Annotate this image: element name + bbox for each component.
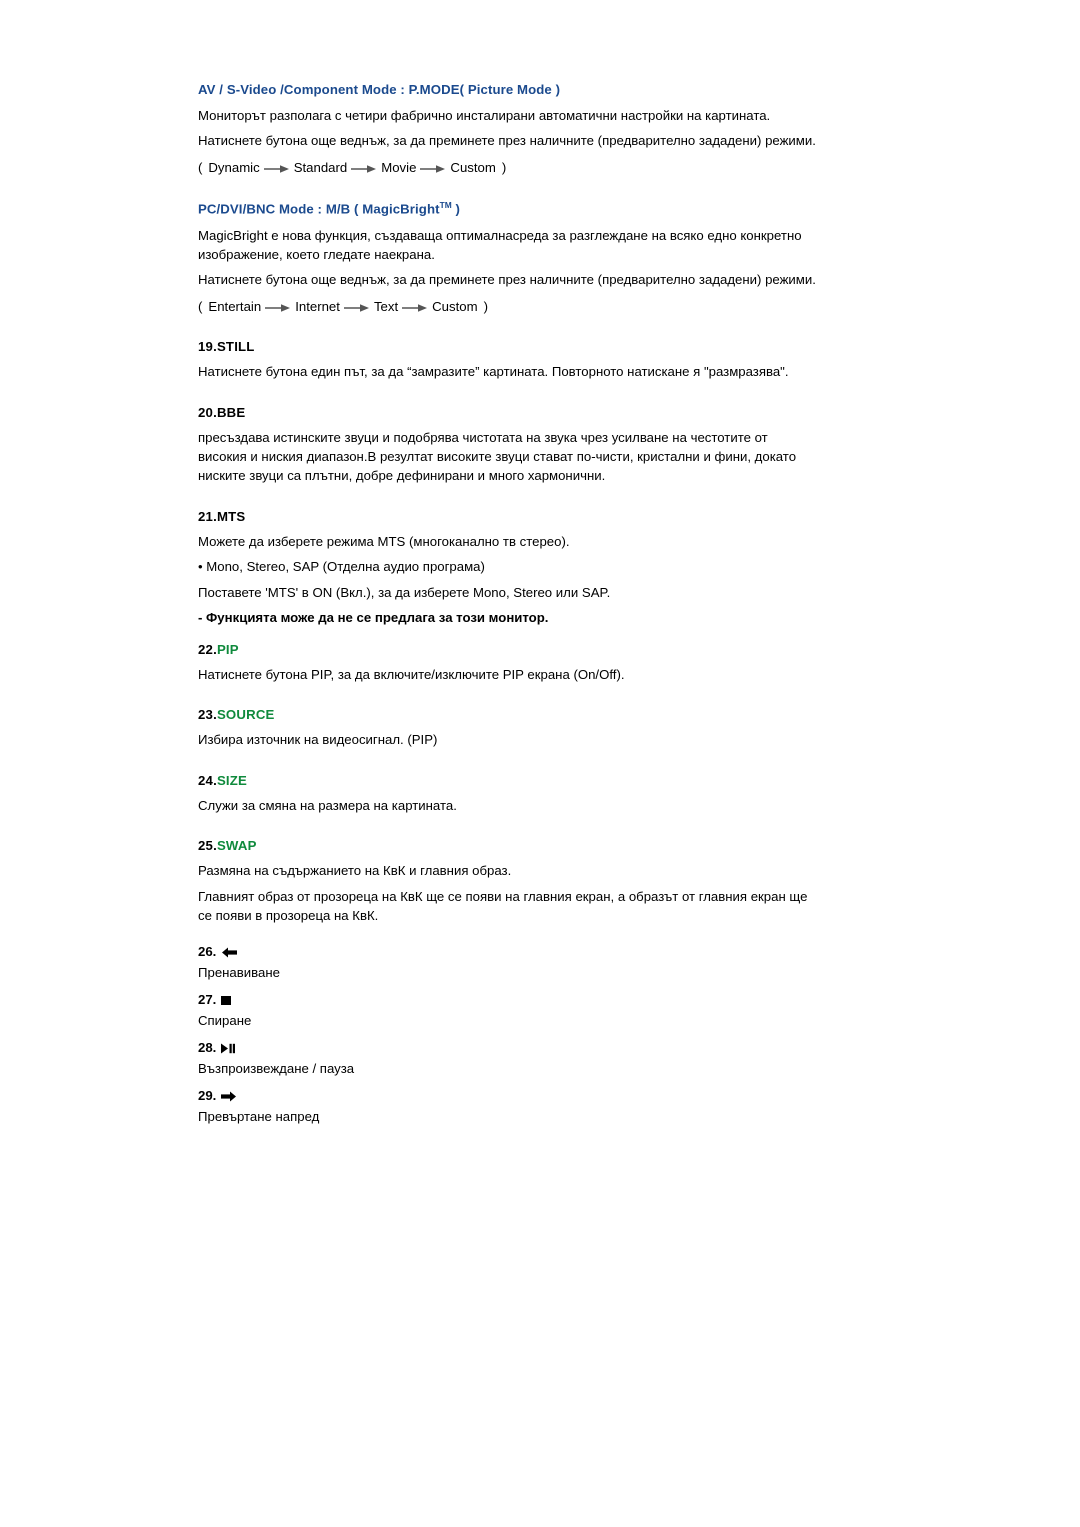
- item-source: 23.SOURCE Избира източник на видеосигнал…: [198, 707, 818, 749]
- flow-close-paren: ): [501, 159, 507, 175]
- item-caption: Спиране: [198, 1012, 252, 1028]
- item-label: BBE: [216, 404, 246, 420]
- item-number: 21.: [198, 508, 217, 524]
- item-caption: Пренавиване: [198, 964, 280, 980]
- item-body: Натиснете бутона PIP, за да включите/изк…: [198, 667, 625, 683]
- item-heading: 20.BBE: [198, 405, 818, 420]
- item-number: 28.: [198, 1039, 217, 1055]
- item-heading: 24.SIZE: [198, 773, 818, 788]
- section-paragraph: MagicBright е нова функция, създаваща оп…: [198, 227, 802, 263]
- arrow-right-icon: [416, 164, 450, 174]
- arrow-right-icon: [261, 303, 295, 313]
- item-label: SWAP: [216, 838, 257, 854]
- play-pause-icon: [220, 1043, 236, 1054]
- item-number: 24.: [198, 772, 217, 788]
- item-bbe: 20.BBE пресъздава истинските звуци и под…: [198, 405, 818, 486]
- arrow-right-icon: [260, 164, 294, 174]
- item-number: 26.: [198, 943, 217, 959]
- item-heading: 19.STILL: [198, 339, 818, 354]
- flow-item-custom: Custom: [450, 159, 496, 175]
- section-heading-pre: PC/DVI/BNC Mode : M/B ( MagicBright: [198, 201, 440, 217]
- item-heading: 25.SWAP: [198, 838, 818, 853]
- flow-item-entertain: Entertain: [208, 298, 262, 314]
- flow-item-standard: Standard: [293, 159, 348, 175]
- item-play-pause: 28. Възпроизвеждане / пауза: [198, 1040, 818, 1076]
- flow-item-custom: Custom: [432, 298, 478, 314]
- item-mts: 21.MTS Можете да изберете режима MTS (мн…: [198, 509, 818, 625]
- item-heading: 21.MTS: [198, 509, 818, 524]
- magicbright-cycle-flow: ( Entertain Internet Text Custom ): [198, 297, 818, 316]
- item-heading: 27.: [198, 992, 818, 1007]
- item-label: SIZE: [216, 772, 248, 788]
- document-content: AV / S-Video /Component Mode : P.MODE( P…: [198, 82, 818, 1124]
- item-body: Служи за смяна на размера на картината.: [198, 797, 457, 813]
- item-body: Натиснете бутона един път, за да “замраз…: [198, 364, 789, 380]
- item-swap: 25.SWAP Размяна на съдържанието на КвК и…: [198, 838, 818, 925]
- fast-forward-icon: [220, 1091, 238, 1102]
- section-av-picture-mode: AV / S-Video /Component Mode : P.MODE( P…: [198, 82, 818, 177]
- rewind-icon: [220, 947, 238, 958]
- arrow-right-icon: [347, 164, 381, 174]
- item-label: MTS: [216, 508, 246, 524]
- item-heading: 29.: [198, 1088, 818, 1103]
- section-pc-dvi-bnc-magicbright: PC/DVI/BNC Mode : M/B ( MagicBrightTM ) …: [198, 200, 818, 316]
- item-rewind: 26. Пренавиване: [198, 944, 818, 980]
- document-page: AV / S-Video /Component Mode : P.MODE( P…: [0, 0, 1080, 1527]
- section-paragraph: Мониторът разполага с четири фабрично ин…: [198, 108, 771, 123]
- stop-icon: [220, 995, 232, 1006]
- item-heading: 26.: [198, 944, 818, 959]
- item-number: 29.: [198, 1087, 217, 1103]
- item-number: 27.: [198, 991, 217, 1007]
- flow-item-movie: Movie: [381, 159, 417, 175]
- item-size: 24.SIZE Служи за смяна на размера на кар…: [198, 773, 818, 815]
- item-caption: Възпроизвеждане / пауза: [198, 1060, 355, 1076]
- flow-close-paren: ): [483, 298, 488, 314]
- item-body-line: Можете да изберете режима MTS (многокана…: [198, 533, 570, 549]
- item-fast-forward: 29. Превъртане напред: [198, 1088, 818, 1124]
- item-stop: 27. Спиране: [198, 992, 818, 1028]
- mode-cycle-flow: ( Dynamic Standard Movie Custom ): [198, 158, 818, 177]
- item-number: 22.: [198, 642, 217, 658]
- item-note: - Функцията може да не се предлага за то…: [198, 610, 549, 626]
- item-label: STILL: [216, 339, 255, 355]
- item-body: пресъздава истинските звуци и подобрява …: [198, 429, 797, 484]
- item-number: 20.: [198, 404, 217, 420]
- item-body-line: Главният образ от прозореца на КвК ще се…: [198, 888, 808, 924]
- flow-item-dynamic: Dynamic: [208, 159, 260, 175]
- item-caption: Превъртане напред: [198, 1108, 320, 1124]
- item-number: 23.: [198, 707, 217, 723]
- item-body-line: Поставете 'MTS' в ON (Вкл.), за да избер…: [198, 584, 611, 600]
- flow-item-internet: Internet: [295, 298, 340, 314]
- arrow-right-icon: [398, 303, 432, 313]
- item-pip: 22.PIP Натиснете бутона PIP, за да включ…: [198, 642, 818, 684]
- item-body: Избира източник на видеосигнал. (PIP): [198, 732, 438, 748]
- section-heading: PC/DVI/BNC Mode : M/B ( MagicBrightTM ): [198, 200, 818, 216]
- item-number: 25.: [198, 838, 217, 854]
- section-heading: AV / S-Video /Component Mode : P.MODE( P…: [198, 82, 561, 97]
- section-heading-trademark: TM: [439, 200, 452, 211]
- section-paragraph: Натиснете бутона още веднъж, за да преми…: [198, 272, 816, 288]
- item-label: SOURCE: [216, 707, 275, 723]
- item-heading: 22.PIP: [198, 642, 818, 657]
- item-heading: 23.SOURCE: [198, 707, 818, 722]
- item-number: 19.: [198, 339, 217, 355]
- section-paragraph: Натиснете бутона още веднъж, за да преми…: [198, 133, 816, 149]
- item-body-line: Размяна на съдържанието на КвК и главния…: [198, 863, 512, 879]
- item-label: PIP: [216, 642, 239, 658]
- section-heading-post: ): [451, 201, 460, 217]
- item-heading: 28.: [198, 1040, 818, 1055]
- item-body-line: • Mono, Stereo, SAP (Отделна аудио прогр…: [198, 559, 485, 575]
- arrow-right-icon: [340, 303, 374, 313]
- flow-item-text: Text: [373, 298, 399, 314]
- item-still: 19.STILL Натиснете бутона един път, за д…: [198, 339, 818, 381]
